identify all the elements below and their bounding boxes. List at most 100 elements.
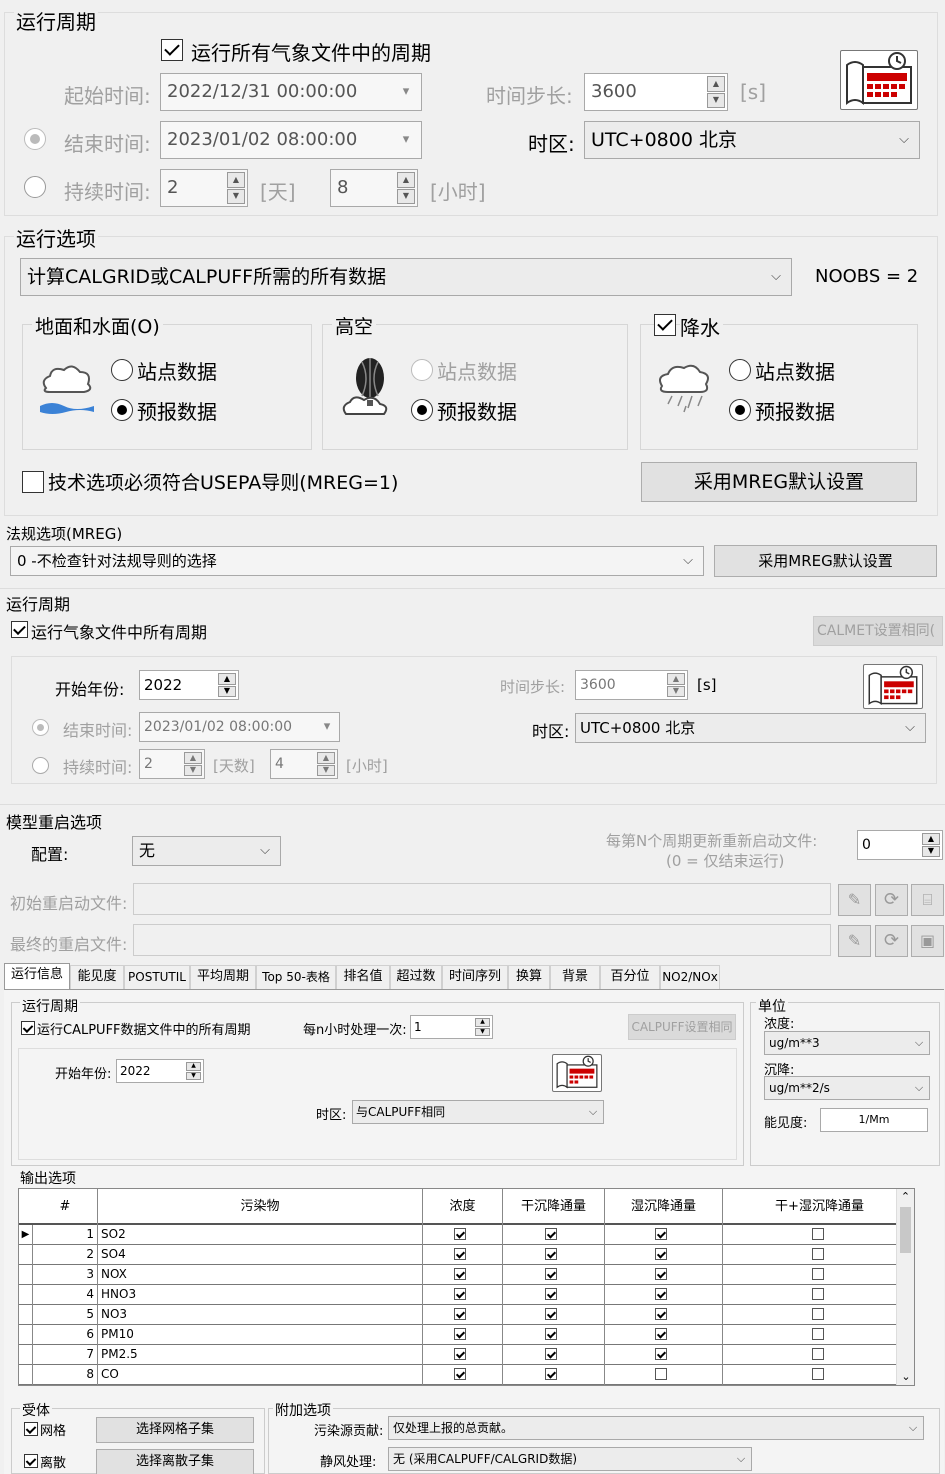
row-selector[interactable] [19,1245,33,1265]
conc-unit-select[interactable]: ug/m**3 ⌵ [764,1031,930,1055]
table-row[interactable]: 3 NOX [19,1265,914,1285]
regulatory-select[interactable]: 0 -不检查针对法规导则的选择 ⌵ [10,546,704,576]
spin-up-icon[interactable]: ▲ [475,1018,490,1027]
start-year3-spinner[interactable]: ▲ ▼ [186,1062,201,1080]
mreg-checkbox[interactable] [22,471,44,493]
surface-station-radio[interactable] [111,359,133,381]
grid-checkbox[interactable] [454,1228,466,1240]
pollutant-name[interactable]: CO [98,1365,423,1385]
folder-open-icon[interactable]: ⌸ [911,884,944,916]
dep-unit-select[interactable]: ug/m**2/s ⌵ [764,1076,930,1100]
grid-checkbox[interactable] [545,1308,557,1320]
every-n-hours-input[interactable]: 1 ▲ ▼ [410,1015,493,1039]
scroll-thumb[interactable] [900,1207,911,1253]
tab-postutil[interactable]: POSTUTIL [124,965,190,989]
spin-down-icon[interactable]: ▼ [218,685,236,697]
precip-forecast-radio[interactable] [729,399,751,421]
pollutant-name[interactable]: SO2 [98,1225,423,1245]
spin-up-icon[interactable]: ▲ [707,76,725,92]
time-step-spinner[interactable]: ▲ ▼ [707,76,725,108]
grid-checkbox[interactable] [655,1228,667,1240]
tab-run-info[interactable]: 运行信息 [4,963,70,989]
spin-down-icon[interactable]: ▼ [317,764,335,776]
time-step2-spinner[interactable]: ▲ ▼ [667,673,685,697]
spin-down-icon[interactable]: ▼ [397,188,415,204]
pollutant-name[interactable]: PM2.5 [98,1345,423,1365]
pollutant-name[interactable]: PM10 [98,1325,423,1345]
grid-checkbox[interactable] [454,1368,466,1380]
spin-up-icon[interactable]: ▲ [667,673,685,685]
table-row[interactable]: ▶ 1 SO2 [19,1225,914,1245]
timezone-select[interactable]: UTC+0800 北京 ⌵ [584,121,920,159]
grid-checkbox[interactable] [812,1228,824,1240]
save-icon[interactable]: ▣ [911,925,944,957]
grid-checkbox[interactable] [655,1348,667,1360]
duration-radio[interactable] [24,176,46,198]
spin-down-icon[interactable]: ▼ [184,764,202,776]
tab-top50[interactable]: Top 50-表格 [256,965,336,989]
chevron-down-icon[interactable]: ⌵ [673,547,703,575]
run-mode-select[interactable]: 计算CALGRID或CALPUFF所需的所有数据 ⌵ [20,258,792,296]
scrollbar[interactable]: ⌃ ⌄ [896,1189,914,1385]
chevron-down-icon[interactable]: ⌵ [250,837,280,865]
calendar-icon[interactable] [552,1054,602,1092]
duration-days-input[interactable]: 2 ▲ ▼ [160,169,248,207]
row-selector-arrow-icon[interactable]: ▶ [19,1225,33,1245]
grid-checkbox[interactable] [812,1368,824,1380]
row-selector[interactable] [19,1265,33,1285]
run-all-met-checkbox[interactable] [11,621,28,638]
grid-checkbox[interactable] [812,1328,824,1340]
tab-averaging[interactable]: 平均周期 [190,965,256,989]
spin-up-icon[interactable]: ▲ [922,833,940,845]
grid-subset-button[interactable]: 选择网格子集 [96,1417,254,1443]
grid-checkbox[interactable] [454,1348,466,1360]
grid-checkbox[interactable] [812,1348,824,1360]
table-row[interactable]: 2 SO4 [19,1245,914,1265]
grid-checkbox[interactable] [545,1288,557,1300]
grid-checkbox[interactable] [454,1328,466,1340]
duration2-radio[interactable] [32,757,49,774]
pollutant-name[interactable]: HNO3 [98,1285,423,1305]
duration2-hours-input[interactable]: 4 ▲ ▼ [270,749,338,779]
chevron-down-icon[interactable]: ▾ [315,713,339,741]
chevron-down-icon[interactable]: ▾ [391,122,421,158]
spin-down-icon[interactable]: ▼ [227,188,245,204]
grid-checkbox[interactable] [812,1288,824,1300]
grid-checkbox[interactable] [545,1268,557,1280]
calendar-icon[interactable] [840,50,918,110]
time-step-input[interactable]: 3600 ▲ ▼ [584,73,728,111]
discrete-subset-button[interactable]: 选择离散子集 [96,1449,254,1474]
end-time2-radio[interactable] [32,719,49,736]
all-periods-checkbox[interactable] [161,39,183,61]
duration2-hours-spinner[interactable]: ▲ ▼ [317,752,335,776]
end-time-input[interactable]: 2023/01/02 08:00:00 ▾ [160,121,422,159]
grid-checkbox[interactable] [655,1328,667,1340]
grid-checkbox[interactable] [655,1288,667,1300]
grid-checkbox[interactable] [454,1248,466,1260]
start-time-input[interactable]: 2022/12/31 00:00:00 ▾ [160,73,422,111]
grid-checkbox[interactable] [655,1368,667,1380]
spin-up-icon[interactable]: ▲ [317,752,335,764]
tab-timeseries[interactable]: 时间序列 [442,965,508,989]
discrete-receptor-checkbox[interactable] [24,1454,38,1468]
pollutant-name[interactable]: NOX [98,1265,423,1285]
grid-checkbox[interactable] [454,1308,466,1320]
every-n-hours-spinner[interactable]: ▲ ▼ [475,1018,490,1036]
refresh-icon[interactable]: ⟳ [875,925,908,957]
spin-down-icon[interactable]: ▼ [186,1071,201,1080]
spin-up-icon[interactable]: ▲ [397,172,415,188]
table-row[interactable]: 5 NO3 [19,1305,914,1325]
timezone2-select[interactable]: UTC+0800 北京 ⌵ [575,713,926,743]
grid-checkbox[interactable] [545,1248,557,1260]
grid-checkbox[interactable] [454,1268,466,1280]
calmet-same-button[interactable]: CALMET设置相同( [813,616,943,646]
final-restart-input[interactable] [133,924,831,956]
scroll-down-icon[interactable]: ⌄ [897,1369,914,1385]
calpuff-all-checkbox[interactable] [21,1021,35,1035]
table-row[interactable]: 6 PM10 [19,1325,914,1345]
upper-station-radio[interactable] [411,359,433,381]
grid-checkbox[interactable] [655,1268,667,1280]
duration2-days-spinner[interactable]: ▲ ▼ [184,752,202,776]
grid-checkbox[interactable] [655,1308,667,1320]
grid-checkbox[interactable] [655,1248,667,1260]
